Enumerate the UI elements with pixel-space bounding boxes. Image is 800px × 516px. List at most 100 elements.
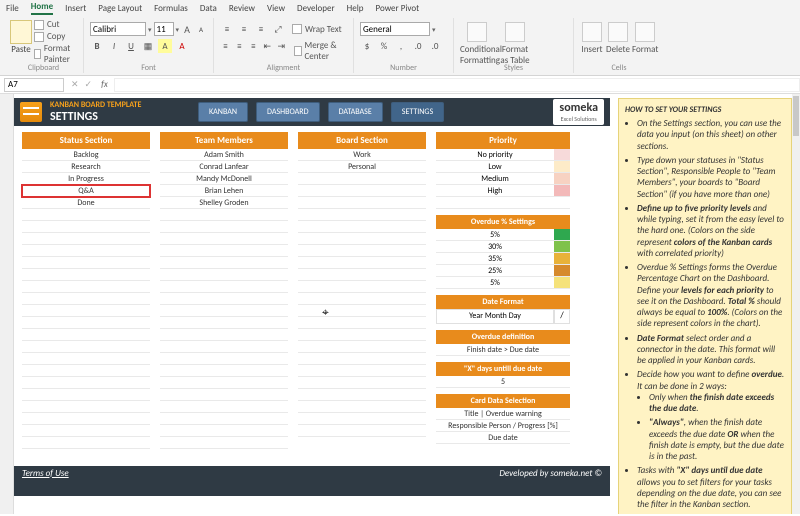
card-sel-cell[interactable]: Title | Overdue warning bbox=[436, 408, 570, 420]
date-format-row[interactable]: Year Month Day/ bbox=[436, 309, 570, 324]
empty-cell[interactable] bbox=[298, 389, 426, 401]
status-cell-highlighted[interactable]: Q&A bbox=[22, 185, 150, 197]
align-left-button[interactable]: ≡ bbox=[220, 39, 231, 53]
currency-button[interactable]: $ bbox=[360, 39, 374, 53]
empty-cell[interactable] bbox=[298, 425, 426, 437]
empty-cell[interactable] bbox=[298, 413, 426, 425]
font-name-input[interactable] bbox=[90, 22, 146, 36]
overdue-row[interactable]: 30% bbox=[436, 241, 570, 253]
align-middle-button[interactable]: ≡ bbox=[237, 22, 251, 36]
empty-cell[interactable] bbox=[160, 209, 288, 221]
orientation-button[interactable]: ⤢ bbox=[271, 22, 285, 36]
empty-cell[interactable] bbox=[160, 245, 288, 257]
empty-cell[interactable] bbox=[22, 341, 150, 353]
format-as-table-button[interactable]: Format as Table bbox=[498, 20, 532, 66]
font-color-button[interactable]: A bbox=[175, 39, 189, 53]
menu-help[interactable]: Help bbox=[347, 3, 364, 14]
empty-cell[interactable] bbox=[160, 353, 288, 365]
empty-cell[interactable] bbox=[298, 305, 426, 317]
empty-cell[interactable] bbox=[298, 269, 426, 281]
empty-cell[interactable] bbox=[22, 281, 150, 293]
number-format-input[interactable] bbox=[360, 22, 430, 36]
name-box[interactable] bbox=[4, 78, 64, 92]
priority-row[interactable]: Low bbox=[436, 161, 570, 173]
empty-cell[interactable] bbox=[160, 221, 288, 233]
team-cell[interactable]: Conrad Lanfear bbox=[160, 161, 288, 173]
empty-cell[interactable] bbox=[160, 377, 288, 389]
overdue-row[interactable]: 35% bbox=[436, 253, 570, 265]
copy-button[interactable]: Copy bbox=[34, 31, 77, 42]
empty-cell[interactable] bbox=[22, 401, 150, 413]
empty-cell[interactable] bbox=[298, 317, 426, 329]
empty-cell[interactable] bbox=[160, 365, 288, 377]
cancel-icon[interactable]: ✕ bbox=[71, 79, 79, 90]
empty-cell[interactable] bbox=[160, 257, 288, 269]
enter-icon[interactable]: ✓ bbox=[85, 79, 93, 90]
empty-cell[interactable] bbox=[22, 317, 150, 329]
empty-cell[interactable] bbox=[160, 293, 288, 305]
overdue-row[interactable]: 25% bbox=[436, 265, 570, 277]
empty-cell[interactable] bbox=[160, 401, 288, 413]
align-top-button[interactable]: ≡ bbox=[220, 22, 234, 36]
merge-center-button[interactable]: Merge & Center bbox=[294, 40, 347, 62]
status-cell[interactable]: In Progress bbox=[22, 173, 150, 185]
empty-cell[interactable] bbox=[22, 425, 150, 437]
board-cell[interactable]: Work bbox=[298, 149, 426, 161]
priority-row[interactable]: High bbox=[436, 185, 570, 197]
empty-cell[interactable] bbox=[298, 233, 426, 245]
empty-cell[interactable] bbox=[298, 293, 426, 305]
grow-font-button[interactable]: A bbox=[181, 22, 193, 36]
overdue-row[interactable]: 5% bbox=[436, 229, 570, 241]
vertical-scrollbar[interactable] bbox=[792, 94, 800, 514]
empty-cell[interactable] bbox=[22, 257, 150, 269]
nav-database[interactable]: DATABASE bbox=[328, 102, 383, 122]
cut-button[interactable]: Cut bbox=[34, 19, 77, 30]
menu-home[interactable]: Home bbox=[31, 1, 53, 15]
indent-dec-button[interactable]: ⇤ bbox=[262, 39, 273, 53]
nav-settings[interactable]: SETTINGS bbox=[391, 102, 444, 122]
scrollbar-thumb[interactable] bbox=[793, 96, 799, 136]
empty-cell[interactable] bbox=[298, 185, 426, 197]
empty-cell[interactable] bbox=[298, 377, 426, 389]
menu-insert[interactable]: Insert bbox=[65, 3, 86, 14]
formula-input[interactable] bbox=[114, 78, 800, 92]
fill-color-button[interactable]: A bbox=[158, 39, 172, 53]
empty-cell[interactable] bbox=[22, 305, 150, 317]
status-cell[interactable]: Done bbox=[22, 197, 150, 209]
empty-cell[interactable] bbox=[160, 317, 288, 329]
empty-cell[interactable] bbox=[160, 233, 288, 245]
priority-row[interactable]: No priority bbox=[436, 149, 570, 161]
card-sel-cell[interactable]: Responsible Person / Progress [%] bbox=[436, 420, 570, 432]
insert-cells-button[interactable]: Insert bbox=[580, 20, 604, 55]
align-right-button[interactable]: ≡ bbox=[248, 39, 259, 53]
empty-cell[interactable] bbox=[298, 281, 426, 293]
conditional-formatting-button[interactable]: Conditional Formatting bbox=[460, 20, 494, 66]
team-cell[interactable]: Brian Lehen bbox=[160, 185, 288, 197]
menu-powerpivot[interactable]: Power Pivot bbox=[376, 3, 420, 14]
empty-cell[interactable] bbox=[22, 245, 150, 257]
empty-cell[interactable] bbox=[160, 329, 288, 341]
empty-cell[interactable] bbox=[298, 173, 426, 185]
underline-button[interactable]: U bbox=[124, 39, 138, 53]
empty-cell[interactable] bbox=[160, 389, 288, 401]
nav-kanban[interactable]: KANBAN bbox=[198, 102, 248, 122]
format-cells-button[interactable]: Format bbox=[632, 20, 658, 55]
align-center-button[interactable]: ≡ bbox=[234, 39, 245, 53]
empty-cell[interactable] bbox=[22, 377, 150, 389]
empty-cell[interactable] bbox=[22, 389, 150, 401]
shrink-font-button[interactable]: A bbox=[195, 22, 207, 36]
empty-cell[interactable] bbox=[22, 329, 150, 341]
increase-decimal-button[interactable]: .0 bbox=[411, 39, 425, 53]
bold-button[interactable]: B bbox=[90, 39, 104, 53]
menu-review[interactable]: Review bbox=[229, 3, 255, 14]
comma-button[interactable]: , bbox=[394, 39, 408, 53]
empty-cell[interactable] bbox=[22, 269, 150, 281]
empty-cell[interactable] bbox=[160, 269, 288, 281]
board-cell[interactable]: Personal bbox=[298, 161, 426, 173]
menu-formulas[interactable]: Formulas bbox=[154, 3, 188, 14]
empty-cell[interactable] bbox=[298, 245, 426, 257]
font-size-input[interactable] bbox=[154, 22, 174, 36]
italic-button[interactable]: I bbox=[107, 39, 121, 53]
decrease-decimal-button[interactable]: .0 bbox=[428, 39, 442, 53]
empty-cell[interactable] bbox=[160, 413, 288, 425]
